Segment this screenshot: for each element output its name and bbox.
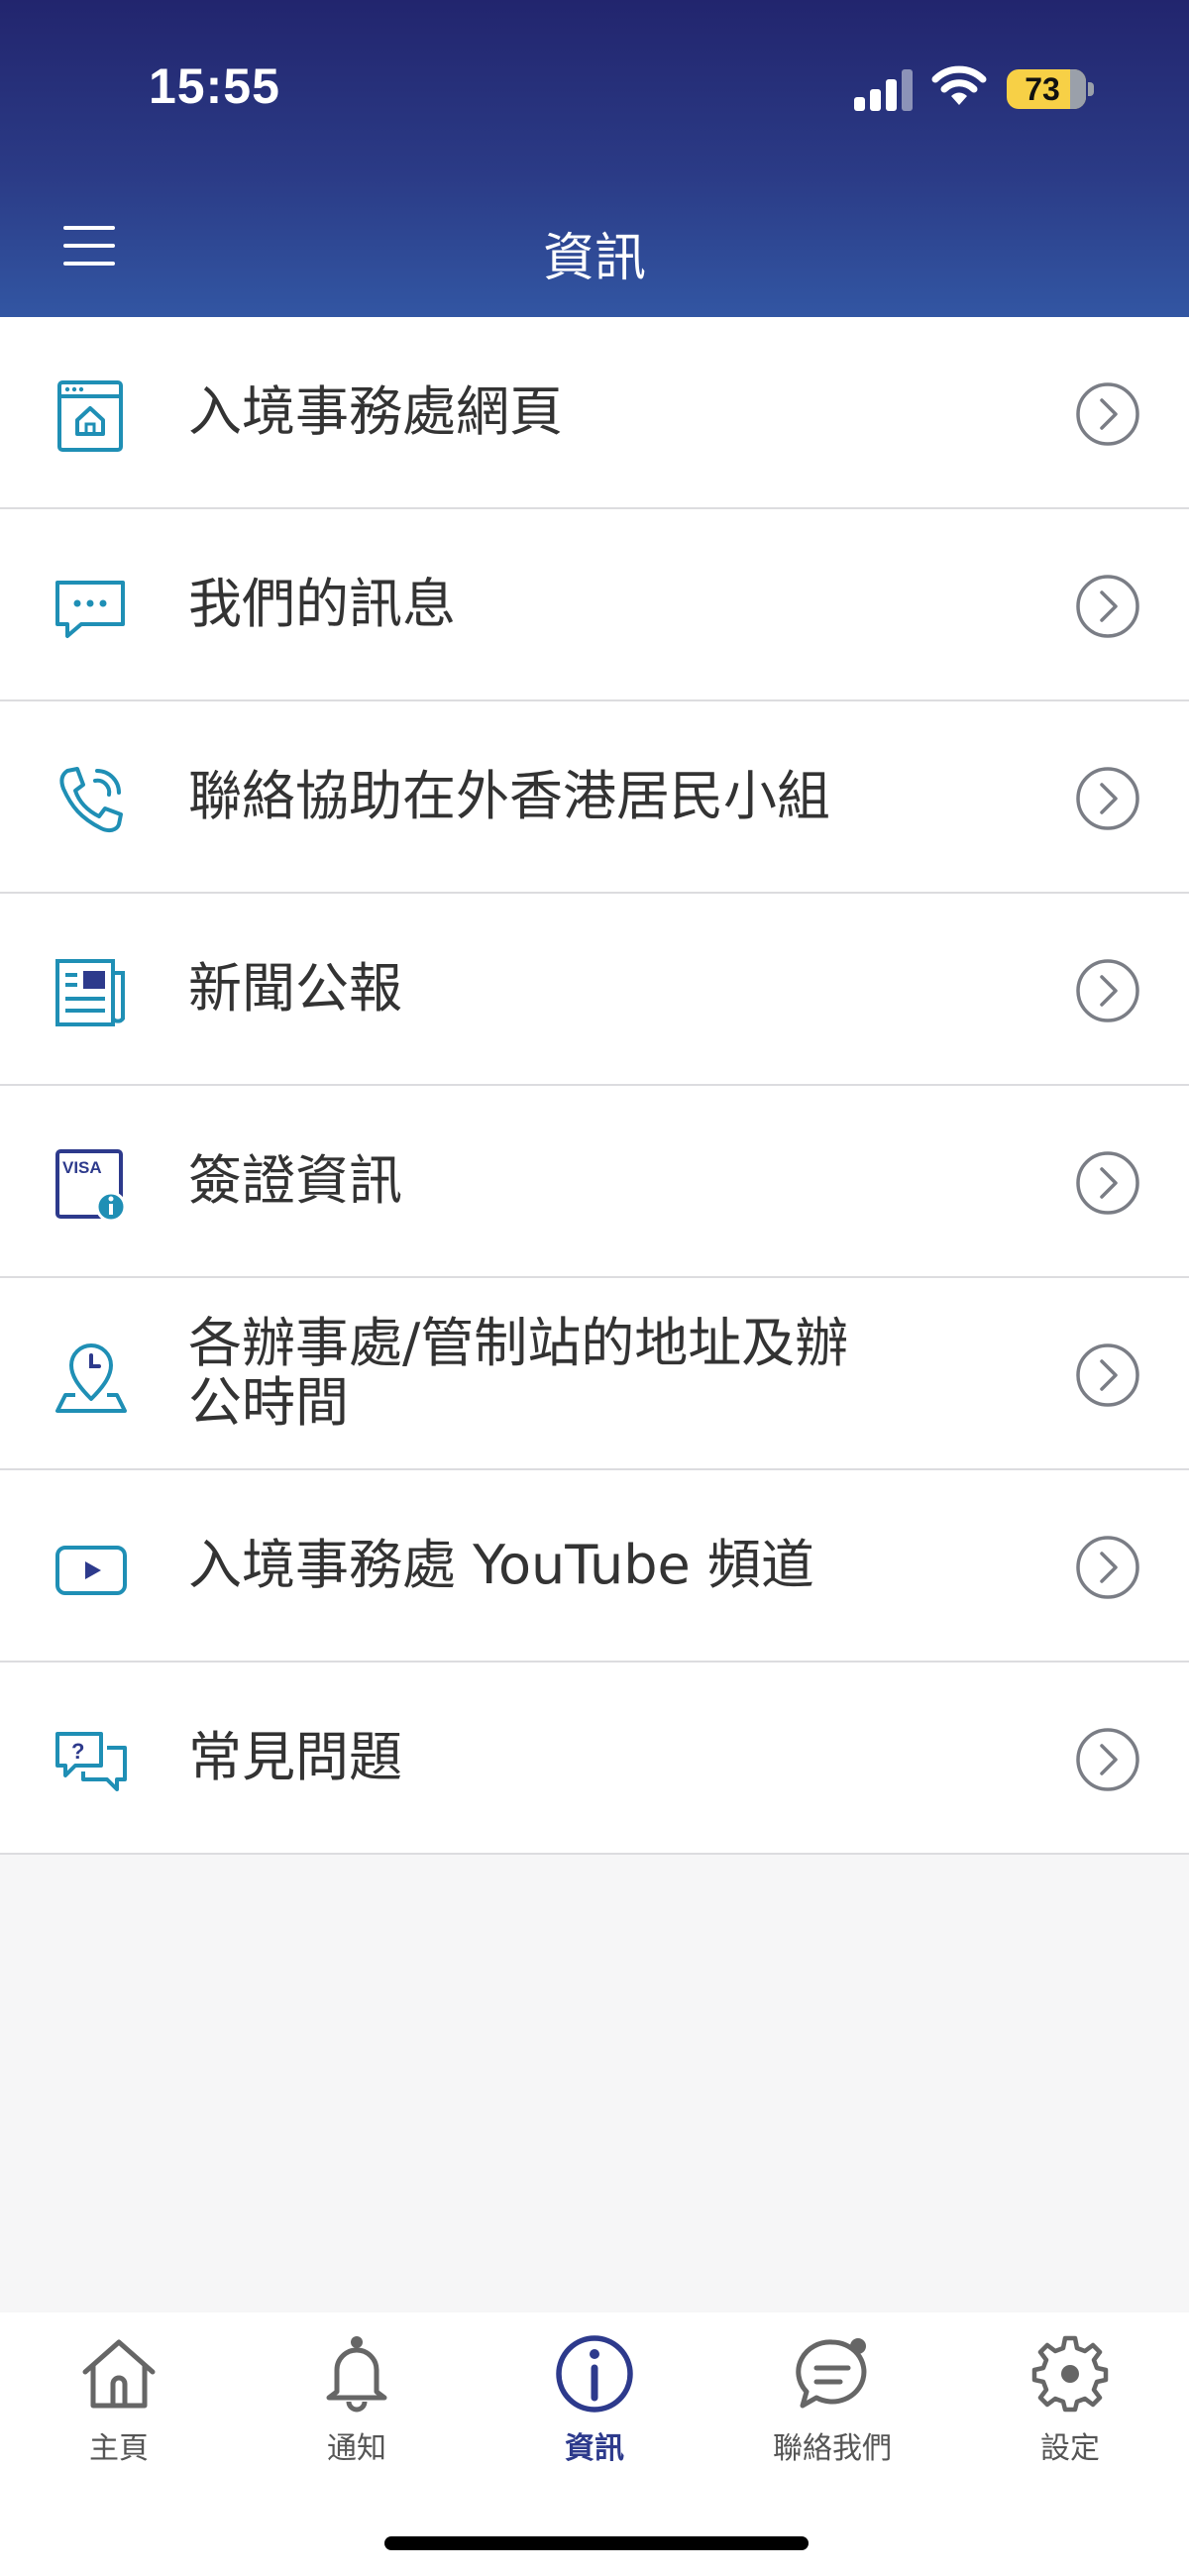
- menu-item-immd-website[interactable]: 入境事務處網頁: [0, 317, 1189, 509]
- chevron-right-circle-icon: [1076, 382, 1139, 446]
- chevron-right-circle-icon: [1076, 767, 1139, 830]
- info-menu-list: 入境事務處網頁 我們的訊息 聯絡協助在外香港居民小組 新聞公報 VISA 簽證資…: [0, 317, 1189, 1855]
- tab-settings[interactable]: 設定: [971, 2332, 1169, 2481]
- info-icon: [556, 2335, 633, 2413]
- menu-item-our-messages[interactable]: 我們的訊息: [0, 509, 1189, 701]
- menu-item-assistance-hk-residents[interactable]: 聯絡協助在外香港居民小組: [0, 701, 1189, 894]
- home-indicator[interactable]: [384, 2536, 809, 2550]
- faq-icon: ?: [55, 1732, 127, 1791]
- tab-contact-us[interactable]: 聯絡我們: [733, 2332, 931, 2481]
- app-header: 15:55 73 資訊: [0, 0, 1189, 317]
- menu-item-label: 簽證資訊: [188, 1149, 402, 1212]
- home-icon: [82, 2339, 156, 2409]
- tab-label: 主頁: [89, 2431, 149, 2466]
- menu-item-press-releases[interactable]: 新聞公報: [0, 894, 1189, 1086]
- menu-item-label: 各辦事處/管制站的地址及辦公時間: [188, 1312, 849, 1434]
- battery-indicator: 73: [1007, 69, 1086, 109]
- tab-home[interactable]: 主頁: [20, 2332, 218, 2481]
- youtube-icon: [55, 1546, 127, 1595]
- tab-info[interactable]: 資訊: [495, 2332, 694, 2481]
- tab-label: 通知: [327, 2431, 386, 2466]
- status-time: 15:55: [149, 58, 280, 114]
- webpage-icon: [57, 380, 123, 452]
- menu-item-label: 我們的訊息: [188, 573, 456, 635]
- battery-level: 73: [1025, 70, 1060, 107]
- menu-item-faq[interactable]: ? 常見問題: [0, 1663, 1189, 1855]
- bell-icon: [326, 2336, 387, 2413]
- chevron-right-circle-icon: [1076, 1343, 1139, 1407]
- chevron-right-circle-icon: [1076, 1728, 1139, 1791]
- tab-label: 聯絡我們: [773, 2431, 892, 2466]
- page-title: 資訊: [542, 229, 646, 288]
- phone-call-icon: [59, 767, 123, 833]
- chat-icon: [796, 2338, 867, 2409]
- location-clock-icon: [55, 1343, 127, 1413]
- menu-item-label: 入境事務處 YouTube 頻道: [188, 1534, 814, 1596]
- menu-item-youtube-channel[interactable]: 入境事務處 YouTube 頻道: [0, 1470, 1189, 1663]
- tab-label: 設定: [1040, 2431, 1100, 2466]
- chevron-right-circle-icon: [1076, 1536, 1139, 1599]
- menu-item-label: 常見問題: [188, 1726, 402, 1788]
- newspaper-icon: [55, 959, 125, 1026]
- battery-tip: [1088, 82, 1094, 96]
- menu-item-visa-info[interactable]: VISA 簽證資訊: [0, 1086, 1189, 1278]
- gear-icon: [1031, 2335, 1109, 2413]
- tab-label: 資訊: [565, 2431, 624, 2466]
- menu-item-label: 新聞公報: [188, 957, 402, 1020]
- chevron-right-circle-icon: [1076, 1151, 1139, 1215]
- wifi-icon: [931, 65, 987, 105]
- menu-item-label: 聯絡協助在外香港居民小組: [188, 765, 830, 827]
- visa-badge-text: VISA: [62, 1158, 102, 1177]
- tab-notifications[interactable]: 通知: [258, 2332, 456, 2481]
- menu-item-label: 入境事務處網頁: [188, 380, 563, 443]
- chevron-right-circle-icon: [1076, 575, 1139, 638]
- message-bubble-icon: [55, 581, 125, 638]
- cellular-signal-icon: [854, 67, 914, 111]
- svg-text:?: ?: [71, 1739, 84, 1764]
- chevron-right-circle-icon: [1076, 959, 1139, 1022]
- menu-item-office-addresses[interactable]: 各辦事處/管制站的地址及辦公時間: [0, 1278, 1189, 1470]
- visa-info-icon: VISA: [55, 1149, 127, 1223]
